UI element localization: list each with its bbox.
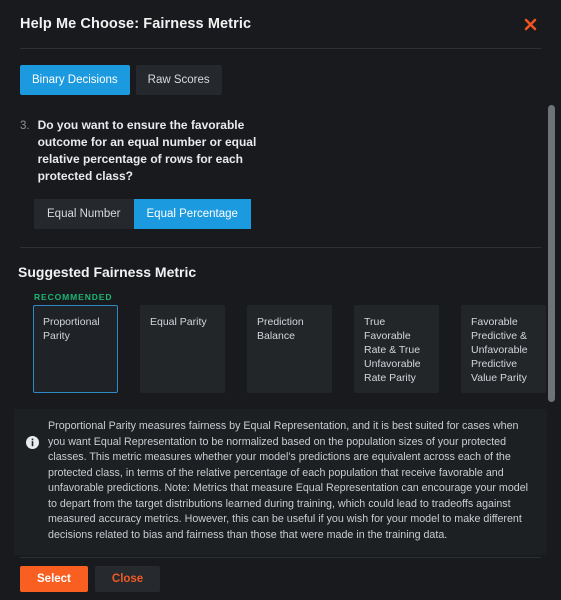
question-number: 3. xyxy=(20,120,30,132)
answer-equal-percentage[interactable]: Equal Percentage xyxy=(133,199,251,229)
close-button[interactable]: Close xyxy=(94,566,161,592)
metric-card-prediction-balance[interactable]: Prediction Balance xyxy=(247,305,332,393)
metric-card-true-favorable-rate-parity[interactable]: True Favorable Rate & True Unfavorable R… xyxy=(354,305,439,393)
info-icon xyxy=(26,436,39,449)
question-block: 3. Do you want to ensure the favorable o… xyxy=(20,117,541,185)
tab-raw-scores[interactable]: Raw Scores xyxy=(135,65,222,95)
metric-card-proportional-parity[interactable]: Proportional Parity xyxy=(33,305,118,393)
metric-description-text: Proportional Parity measures fairness by… xyxy=(48,420,529,541)
select-button[interactable]: Select xyxy=(20,566,88,592)
vertical-scrollbar-thumb[interactable] xyxy=(548,105,555,402)
dialog-body: Binary Decisions Raw Scores 3. Do you wa… xyxy=(0,49,561,557)
metric-card-label: Proportional Parity xyxy=(43,316,100,342)
suggested-metric-heading: Suggested Fairness Metric xyxy=(18,264,197,280)
mode-tab-group: Binary Decisions Raw Scores xyxy=(20,49,541,95)
metric-card-label: Favorable Predictive & Unfavorable Predi… xyxy=(471,316,528,384)
tab-binary-decisions[interactable]: Binary Decisions xyxy=(20,65,130,95)
dialog-header: Help Me Choose: Fairness Metric xyxy=(0,0,561,48)
vertical-scrollbar-track[interactable] xyxy=(548,105,555,517)
metric-card-favorable-predictive-value-parity[interactable]: Favorable Predictive & Unfavorable Predi… xyxy=(461,305,546,393)
answer-button-group: Equal Number Equal Percentage xyxy=(34,199,541,229)
section-divider xyxy=(20,247,541,248)
metric-card-label: True Favorable Rate & True Unfavorable R… xyxy=(364,316,421,384)
metric-card-label: Equal Parity xyxy=(150,316,207,328)
metric-card-label: Prediction Balance xyxy=(257,316,304,342)
help-me-choose-dialog: Help Me Choose: Fairness Metric Binary D… xyxy=(0,0,561,600)
question-text: Do you want to ensure the favorable outc… xyxy=(37,118,257,183)
recommended-badge: RECOMMENDED xyxy=(34,292,113,302)
dialog-title: Help Me Choose: Fairness Metric xyxy=(20,16,252,32)
metric-description-panel: Proportional Parity measures fairness by… xyxy=(14,409,547,555)
answer-equal-number[interactable]: Equal Number xyxy=(34,199,134,229)
metric-card-equal-parity[interactable]: Equal Parity xyxy=(140,305,225,393)
metric-card-list: Proportional Parity Equal Parity Predict… xyxy=(33,305,546,393)
dialog-footer: Select Close xyxy=(0,558,561,600)
close-icon[interactable] xyxy=(522,16,538,32)
